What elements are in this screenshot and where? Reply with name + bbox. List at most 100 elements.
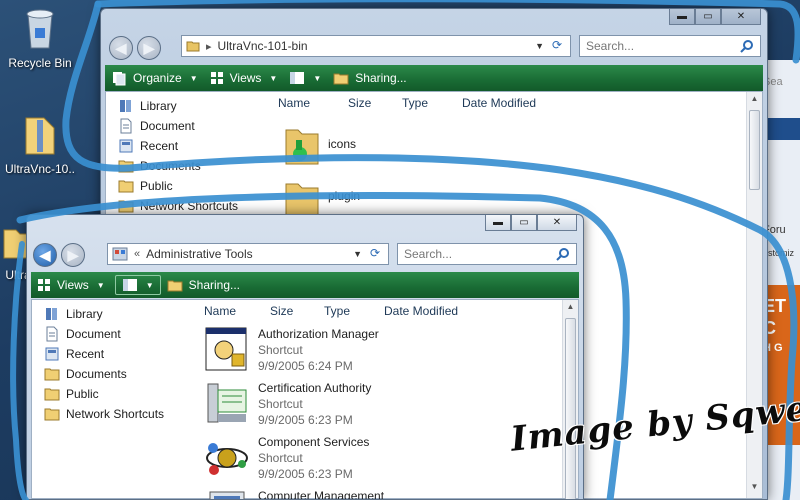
address-bar[interactable]: « Administrative Tools ▼ ⟳ bbox=[107, 243, 389, 265]
chevron-down-icon: ▼ bbox=[269, 73, 278, 83]
nav-item-label: Public bbox=[66, 387, 99, 401]
file-item-component-services[interactable]: Component Services Shortcut 9/9/2005 6:2… bbox=[204, 434, 369, 482]
nav-item-network-shortcuts[interactable]: Network Shortcuts bbox=[32, 404, 192, 424]
organize-label: Organize bbox=[133, 71, 182, 85]
refresh-icon[interactable]: ⟳ bbox=[548, 38, 566, 54]
close-button[interactable]: ✕ bbox=[721, 9, 761, 25]
folder-icon bbox=[44, 388, 60, 401]
refresh-icon[interactable]: ⟳ bbox=[366, 246, 384, 262]
sharing-button[interactable]: Sharing... bbox=[161, 272, 246, 298]
nav-item-document[interactable]: Document bbox=[32, 324, 192, 344]
forward-arrow-icon: ▶ bbox=[143, 39, 155, 56]
file-item-computer-management[interactable]: Computer Management bbox=[204, 488, 385, 500]
address-bar[interactable]: ▸ UltraVnc-101-bin ▼ ⟳ bbox=[181, 35, 571, 57]
desktop-icon-ultravnc-zip[interactable]: UltraVnc-10.. bbox=[0, 114, 80, 176]
chevron-down-icon: ▼ bbox=[313, 73, 322, 83]
file-item-certification-authority[interactable]: Certification Authority Shortcut 9/9/200… bbox=[204, 380, 371, 428]
close-icon: ✕ bbox=[552, 217, 562, 228]
nav-item-public[interactable]: Public bbox=[32, 384, 192, 404]
scroll-down-icon[interactable]: ▼ bbox=[747, 482, 762, 496]
sharing-button[interactable]: Sharing... bbox=[327, 65, 412, 91]
search-placeholder: Search... bbox=[404, 247, 453, 261]
desktop-icon-label: UltraVnc-10.. bbox=[4, 162, 76, 176]
scroll-thumb[interactable] bbox=[749, 110, 760, 190]
layout-button[interactable]: ▼ bbox=[114, 275, 161, 295]
file-type: Shortcut bbox=[258, 397, 303, 411]
column-header-type[interactable]: Type bbox=[402, 96, 428, 110]
folder-icon bbox=[118, 200, 134, 213]
search-input[interactable]: Search... bbox=[397, 243, 577, 265]
chevron-down-icon[interactable]: ▼ bbox=[535, 41, 544, 51]
nav-item-document[interactable]: Document bbox=[106, 116, 266, 136]
minimize-icon: ▬ bbox=[493, 217, 503, 228]
search-input[interactable]: Search... bbox=[579, 35, 761, 57]
scroll-up-icon[interactable]: ▲ bbox=[563, 302, 578, 316]
scroll-thumb[interactable] bbox=[565, 318, 576, 499]
forward-arrow-icon: ▶ bbox=[67, 246, 79, 263]
nav-item-library[interactable]: Library bbox=[106, 96, 266, 116]
chevron-down-icon[interactable]: ▼ bbox=[353, 249, 362, 259]
views-button[interactable]: Views ▼ bbox=[204, 65, 284, 91]
folder-icon bbox=[186, 41, 200, 52]
column-header-name[interactable]: Name bbox=[278, 96, 310, 110]
search-placeholder: Search... bbox=[586, 39, 635, 53]
nav-item-documents[interactable]: Documents bbox=[32, 364, 192, 384]
file-item-authorization-manager[interactable]: Authorization Manager Shortcut 9/9/2005 … bbox=[204, 326, 379, 374]
views-icon bbox=[38, 279, 50, 291]
column-header-date-modified[interactable]: Date Modified bbox=[462, 96, 536, 110]
forward-button[interactable]: ▶ bbox=[61, 243, 85, 267]
file-type: Shortcut bbox=[258, 343, 303, 357]
address-path: UltraVnc-101-bin bbox=[217, 39, 308, 53]
explorer-window-administrative-tools[interactable]: ▬ ▭ ✕ ◀ ▶ « Administrative Tools ▼ ⟳ Sea… bbox=[26, 214, 584, 500]
forward-button[interactable]: ▶ bbox=[137, 36, 161, 60]
nav-item-documents[interactable]: Documents bbox=[106, 156, 266, 176]
address-prefix[interactable]: « bbox=[134, 248, 140, 260]
nav-item-label: Library bbox=[140, 99, 177, 113]
file-date: 9/9/2005 6:24 PM bbox=[258, 359, 353, 373]
column-header-size[interactable]: Size bbox=[348, 96, 371, 110]
vertical-scrollbar[interactable]: ▲ bbox=[562, 300, 578, 499]
vertical-scrollbar[interactable]: ▲ ▼ bbox=[746, 92, 762, 498]
certification-authority-icon bbox=[207, 383, 247, 423]
maximize-button[interactable]: ▭ bbox=[695, 9, 721, 25]
chevron-down-icon: ▼ bbox=[145, 280, 154, 290]
nav-item-public[interactable]: Public bbox=[106, 176, 266, 196]
nav-item-network-shortcuts[interactable]: Network Shortcuts bbox=[106, 196, 266, 216]
chevron-right-icon: ▸ bbox=[206, 40, 212, 53]
file-name: Computer Management bbox=[258, 489, 385, 500]
navigation-pane: Library Document Recent Documents Public… bbox=[32, 300, 192, 498]
views-button[interactable]: Views ▼ bbox=[31, 272, 111, 298]
file-date: 9/9/2005 6:23 PM bbox=[258, 467, 353, 481]
views-label: Views bbox=[229, 71, 262, 85]
recycle-bin-icon bbox=[26, 9, 54, 49]
file-date: 9/9/2005 6:23 PM bbox=[258, 413, 353, 427]
column-header-date-modified[interactable]: Date Modified bbox=[384, 304, 458, 318]
library-icon bbox=[120, 100, 131, 112]
column-header-name[interactable]: Name bbox=[204, 304, 236, 318]
file-name: plugin bbox=[328, 189, 361, 203]
nav-item-recent[interactable]: Recent bbox=[32, 344, 192, 364]
organize-button[interactable]: Organize ▼ bbox=[105, 65, 204, 91]
back-button[interactable]: ◀ bbox=[109, 36, 133, 60]
minimize-button[interactable]: ▬ bbox=[669, 9, 695, 25]
column-header-type[interactable]: Type bbox=[324, 304, 350, 318]
folder-icon bbox=[44, 368, 60, 381]
authorization-manager-icon bbox=[205, 327, 247, 371]
file-item-icons[interactable]: icons bbox=[284, 124, 356, 168]
nav-item-recent[interactable]: Recent bbox=[106, 136, 266, 156]
back-button[interactable]: ◀ bbox=[33, 243, 57, 267]
search-icon bbox=[740, 40, 753, 53]
maximize-button[interactable]: ▭ bbox=[511, 215, 537, 231]
column-header-size[interactable]: Size bbox=[270, 304, 293, 318]
maximize-icon: ▭ bbox=[519, 217, 529, 228]
nav-item-library[interactable]: Library bbox=[32, 304, 192, 324]
layout-button[interactable]: ▼ bbox=[283, 65, 327, 91]
file-name: icons bbox=[328, 137, 357, 151]
close-button[interactable]: ✕ bbox=[537, 215, 577, 231]
folder-icon bbox=[44, 408, 60, 421]
scroll-up-icon[interactable]: ▲ bbox=[747, 94, 762, 108]
column-headers: Name Size Type Date Modified bbox=[276, 92, 742, 114]
desktop-icon-recycle-bin[interactable]: Recycle Bin bbox=[0, 4, 80, 70]
minimize-button[interactable]: ▬ bbox=[485, 215, 511, 231]
layout-icon bbox=[290, 72, 305, 84]
